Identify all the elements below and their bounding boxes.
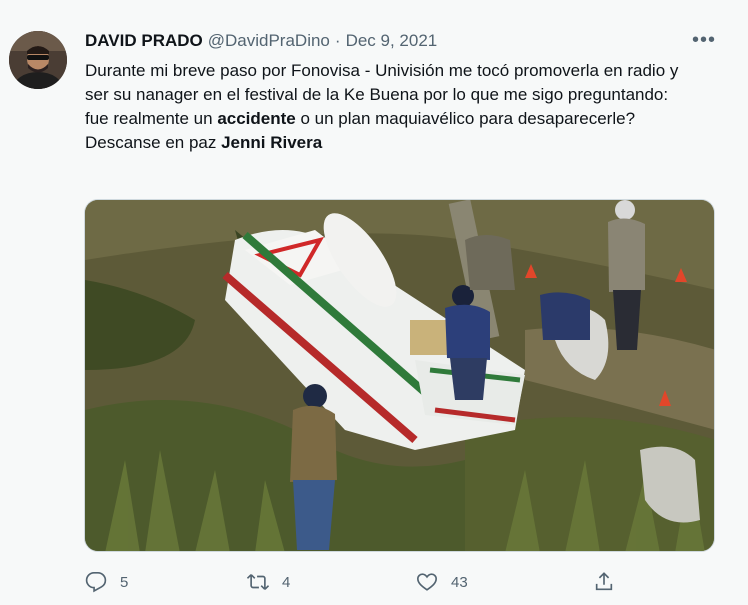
tweet[interactable]: DAVID PRADO @DavidPraDino · Dec 9, 2021 … [0,0,748,605]
retweet-count: 4 [282,573,291,591]
avatar[interactable] [9,31,67,89]
tweet-text: Durante mi breve paso por Fonovisa - Uni… [85,59,695,155]
separator-dot: · [334,31,341,50]
tweet-photo[interactable] [84,199,715,552]
retweet-button[interactable]: 4 [247,566,290,598]
share-icon [595,572,613,591]
tweet-header: DAVID PRADO @DavidPraDino · Dec 9, 2021 [85,31,437,55]
reply-icon [85,572,107,593]
tweet-text-part2: o un plan maquiavélico para desaparecerl… [295,109,636,128]
tweet-date[interactable]: Dec 9, 2021 [346,31,438,51]
author-name[interactable]: DAVID PRADO [85,31,203,51]
tweet-text-line2-prefix: Descanse en paz [85,133,222,152]
reply-count: 5 [120,573,129,591]
like-button[interactable]: 43 [416,566,468,598]
tweet-text-bold-accidente: accidente [217,109,296,128]
author-handle[interactable]: @DavidPraDino [208,31,330,51]
more-icon[interactable]: ••• [692,30,716,53]
tweet-text-bold-name: Jenni Rivera [221,133,323,152]
like-icon [417,573,437,591]
like-count: 43 [451,573,468,591]
crash-site-photo [85,200,714,551]
reply-button[interactable]: 5 [85,566,128,598]
retweet-icon [247,574,269,590]
share-button[interactable] [593,566,615,598]
action-bar: 5 4 43 [0,566,748,598]
